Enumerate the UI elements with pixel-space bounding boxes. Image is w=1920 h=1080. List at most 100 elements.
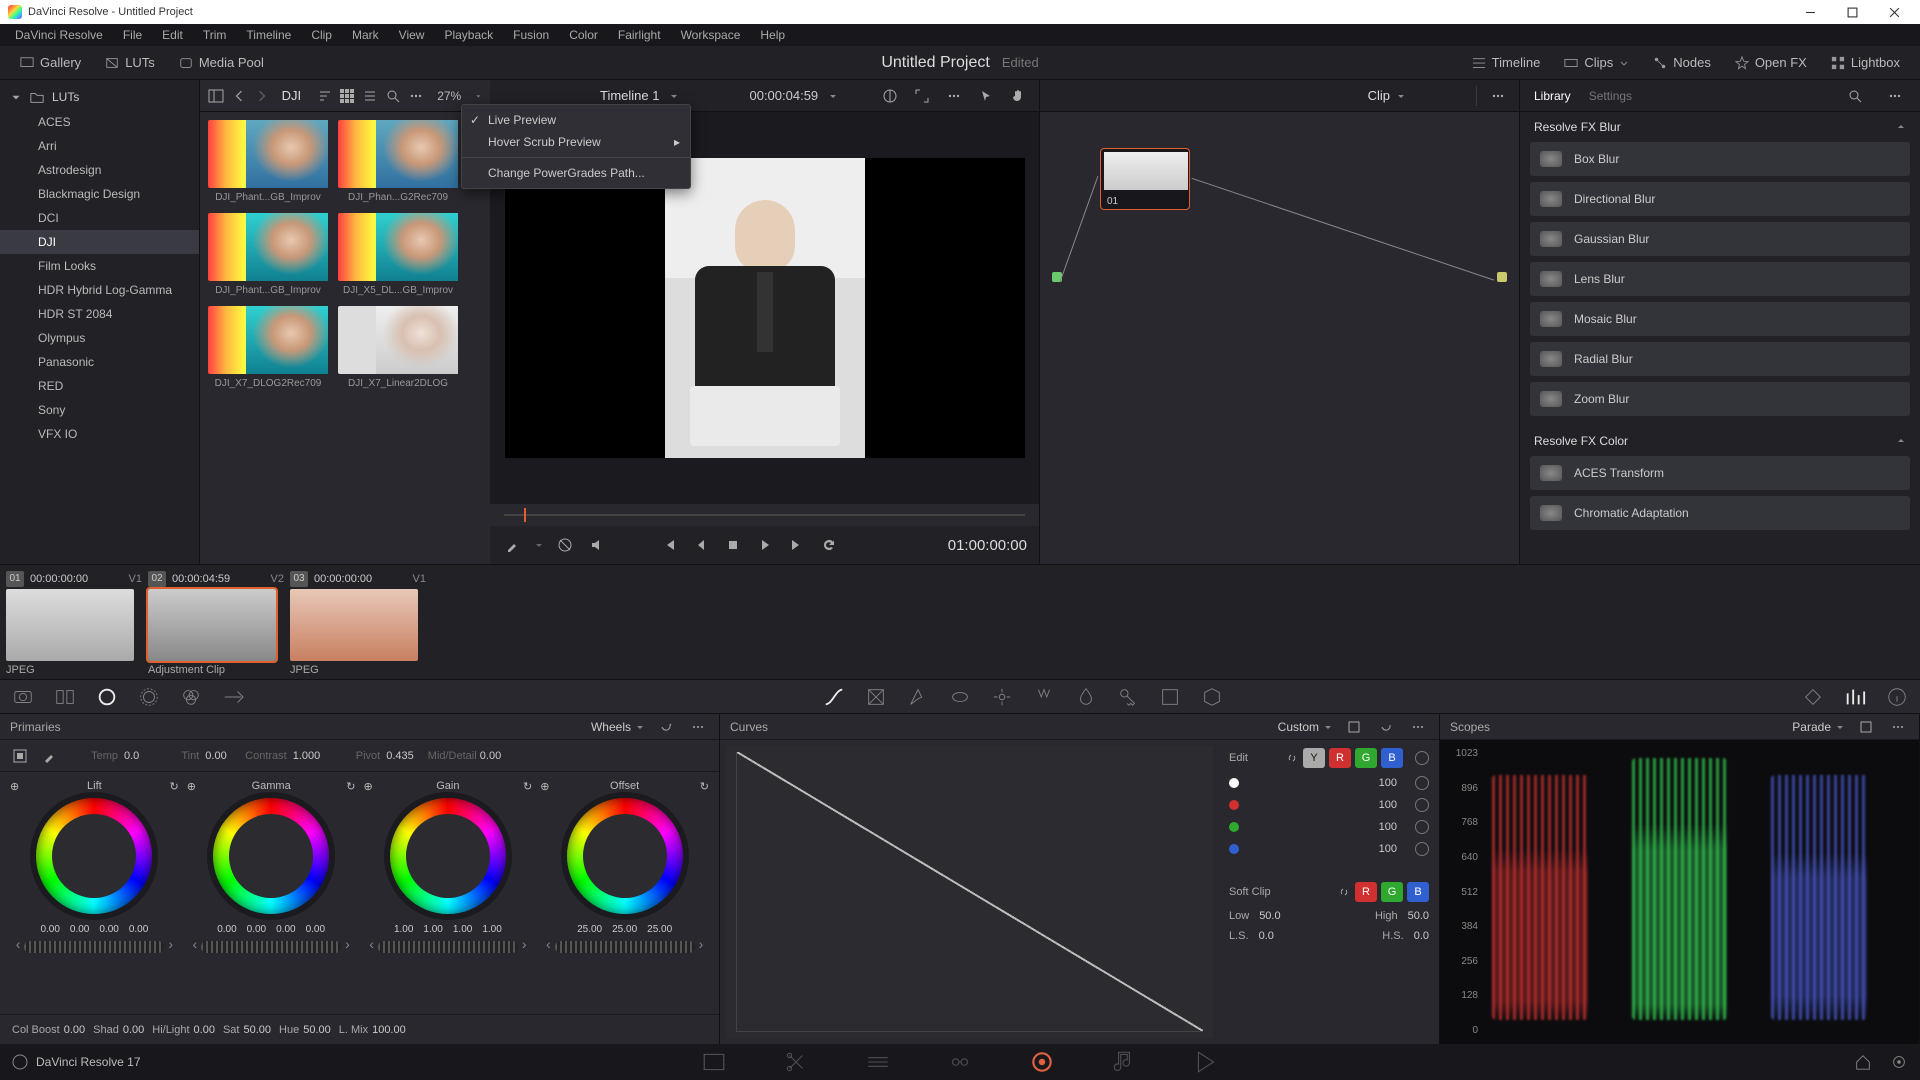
menu-item[interactable]: Fusion (504, 25, 558, 45)
pointer-icon[interactable] (975, 85, 997, 107)
hs-value[interactable]: 0.0 (1414, 930, 1429, 942)
window-icon[interactable] (949, 686, 971, 708)
more-icon[interactable] (1884, 85, 1906, 107)
more-icon[interactable] (943, 85, 965, 107)
scopes-expand-icon[interactable] (1855, 716, 1877, 738)
settings-tab[interactable]: Settings (1589, 89, 1632, 103)
wheel-lift[interactable]: ⊕Lift↻0.000.000.000.00‹› (10, 780, 179, 1006)
more-icon[interactable] (1487, 85, 1509, 107)
reset-icon[interactable] (655, 716, 677, 738)
more-icon[interactable] (1407, 716, 1429, 738)
fx-item[interactable]: Box Blur (1530, 142, 1910, 176)
media-page-icon[interactable] (701, 1049, 727, 1075)
curves-palette-icon[interactable] (823, 686, 845, 708)
prev-frame-icon[interactable] (690, 534, 712, 556)
softclip-b-button[interactable]: B (1407, 882, 1429, 902)
link-icon[interactable] (1285, 751, 1299, 765)
hue-value[interactable]: 50.00 (303, 1024, 331, 1036)
chevron-down-icon[interactable] (669, 91, 679, 101)
fx-item[interactable]: Directional Blur (1530, 182, 1910, 216)
search-icon[interactable] (386, 85, 401, 107)
key-icon[interactable] (1117, 686, 1139, 708)
curve-g-value[interactable]: 100 (1379, 821, 1397, 833)
lut-thumbnail[interactable]: DJI_Phant...GB_Improv (208, 213, 328, 296)
curves-expand-icon[interactable] (1343, 716, 1365, 738)
3d-icon[interactable] (1201, 686, 1223, 708)
fairlight-page-icon[interactable] (1111, 1049, 1137, 1075)
curve-y-value[interactable]: 100 (1379, 777, 1397, 789)
contrast-value[interactable]: 1.000 (293, 750, 321, 762)
more-icon[interactable] (1887, 716, 1909, 738)
nodes-button[interactable]: Nodes (1643, 51, 1721, 74)
tint-value[interactable]: 0.00 (205, 750, 226, 762)
reset-icon[interactable] (1415, 820, 1429, 834)
loop-icon[interactable] (818, 534, 840, 556)
sidebar-item-hdr-hybrid-log-gamma[interactable]: HDR Hybrid Log-Gamma (0, 278, 199, 302)
fx-item[interactable]: Mosaic Blur (1530, 302, 1910, 336)
nav-forward-icon[interactable] (255, 85, 270, 107)
menu-item[interactable]: Edit (153, 25, 192, 45)
play-icon[interactable] (754, 534, 776, 556)
expand-icon[interactable] (911, 85, 933, 107)
clip-card[interactable]: 0100:00:00:00V1JPEG (6, 569, 142, 676)
window-close-button[interactable] (1876, 0, 1912, 24)
wheels-palette-icon[interactable] (96, 686, 118, 708)
reset-icon[interactable] (1415, 842, 1429, 856)
hilight-value[interactable]: 0.00 (194, 1024, 215, 1036)
gallery-button[interactable]: Gallery (10, 51, 91, 74)
auto-balance-icon[interactable] (12, 748, 28, 764)
sort-icon[interactable] (317, 85, 332, 107)
record-timecode[interactable]: 00:00:04:59 (749, 88, 818, 103)
lut-thumbnail[interactable]: DJI_X7_DLOG2Rec709 (208, 306, 328, 389)
curves-mode-dropdown[interactable]: Custom (1278, 720, 1333, 734)
wheel-gamma[interactable]: ⊕Gamma↻0.000.000.000.00‹› (187, 780, 356, 1006)
color-match-icon[interactable] (54, 686, 76, 708)
camera-raw-icon[interactable] (12, 686, 34, 708)
lightbox-button[interactable]: Lightbox (1821, 51, 1910, 74)
menu-item[interactable]: Fairlight (609, 25, 670, 45)
sidebar-item-astrodesign[interactable]: Astrodesign (0, 158, 199, 182)
sidebar-item-arri[interactable]: Arri (0, 134, 199, 158)
sidebar-item-sony[interactable]: Sony (0, 398, 199, 422)
zoom-dropdown-icon[interactable] (475, 91, 482, 101)
clips-button[interactable]: Clips (1554, 51, 1639, 74)
openfx-button[interactable]: Open FX (1725, 51, 1817, 74)
menu-item[interactable]: Playback (435, 25, 502, 45)
pivot-value[interactable]: 0.435 (386, 750, 414, 762)
wheels-mode-dropdown[interactable]: Wheels (591, 720, 645, 734)
color-page-icon[interactable] (1029, 1049, 1055, 1075)
preview-monitor[interactable] (505, 158, 1025, 458)
menu-item[interactable]: Help (751, 25, 794, 45)
rgb-mixer-icon[interactable] (180, 686, 202, 708)
keyframes-icon[interactable] (1802, 686, 1824, 708)
bypass-icon[interactable] (554, 534, 576, 556)
wheel-gain[interactable]: ⊕Gain↻1.001.001.001.00‹› (364, 780, 533, 1006)
sizing-icon[interactable] (1159, 686, 1181, 708)
softclip-r-button[interactable]: R (1355, 882, 1377, 902)
node-mode-dropdown[interactable]: Clip (1368, 88, 1390, 103)
menu-item[interactable]: View (390, 25, 434, 45)
warper-icon[interactable] (865, 686, 887, 708)
magic-mask-icon[interactable] (1033, 686, 1055, 708)
wipe-icon[interactable] (879, 85, 901, 107)
luts-button[interactable]: LUTs (95, 51, 165, 74)
fx-item[interactable]: Lens Blur (1530, 262, 1910, 296)
fx-item[interactable]: Zoom Blur (1530, 382, 1910, 416)
clip-card[interactable]: 0300:00:00:00V1JPEG (290, 569, 426, 676)
deliver-page-icon[interactable] (1193, 1049, 1219, 1075)
media-pool-button[interactable]: Media Pool (169, 51, 274, 74)
sidebar-item-aces[interactable]: ACES (0, 110, 199, 134)
project-settings-icon[interactable] (1890, 1053, 1908, 1071)
qualifier-icon[interactable] (907, 686, 929, 708)
sidebar-item-hdr-st-2084[interactable]: HDR ST 2084 (0, 302, 199, 326)
search-icon[interactable] (1844, 85, 1866, 107)
node-graph[interactable]: 01 (1040, 112, 1519, 564)
menu-item[interactable]: Color (560, 25, 607, 45)
reset-icon[interactable] (1415, 798, 1429, 812)
home-icon[interactable] (1854, 1053, 1872, 1071)
last-frame-icon[interactable] (786, 534, 808, 556)
corrector-node[interactable]: 01 (1100, 148, 1190, 210)
zoom-percent[interactable]: 27% (431, 89, 467, 103)
channel-b-button[interactable]: B (1381, 748, 1403, 768)
lut-thumbnail[interactable]: DJI_Phant...GB_Improv (208, 120, 328, 203)
